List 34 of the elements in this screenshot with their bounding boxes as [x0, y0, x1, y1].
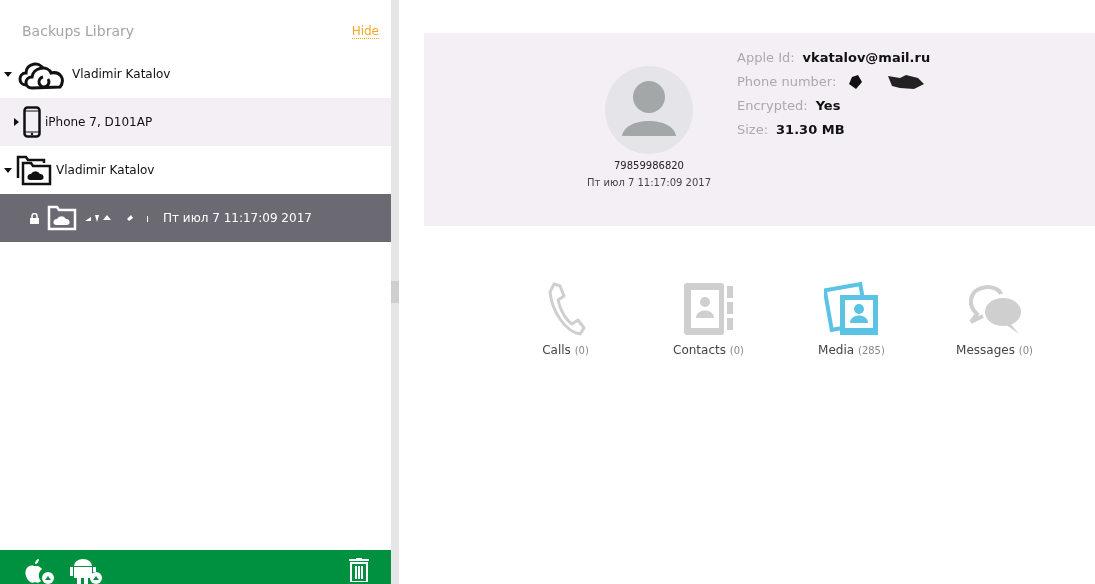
field-value: 31.30 MB — [776, 122, 845, 137]
address-book-icon — [682, 282, 735, 336]
phone-icon — [23, 106, 41, 138]
chat-bubbles-icon — [966, 282, 1023, 336]
folders-cloud-icon — [16, 154, 52, 186]
photos-icon — [823, 281, 880, 337]
backup-date: Пт июл 7 11:17:09 2017 — [586, 177, 712, 188]
collapse-arrow-icon[interactable] — [4, 71, 12, 77]
sidebar-title: Backups Library — [22, 23, 134, 39]
folder-cloud-icon — [47, 205, 77, 231]
tree-item[interactable]: Пт июл 7 11:17:09 2017 — [0, 194, 391, 242]
tree-item[interactable]: iPhone 7, D101AP — [0, 98, 391, 146]
tree-item[interactable]: Vladimir Katalov — [0, 146, 391, 194]
field-label: Encrypted: — [737, 98, 808, 113]
avatar-icon — [605, 66, 693, 154]
splitter-handle[interactable] — [391, 281, 399, 303]
tree-item-label: iPhone 7, D101AP — [45, 115, 153, 129]
tree-item-label: Vladimir Katalov — [56, 163, 155, 177]
tree-item-label: Vladimir Katalov — [72, 67, 171, 81]
category-button[interactable]: Media (285) — [780, 281, 923, 357]
tree-item[interactable]: Vladimir Katalov — [0, 50, 391, 98]
field-label: Apple Id: — [737, 50, 795, 65]
field-label: Size: — [737, 122, 769, 137]
tree-item-label: Пт июл 7 11:17:09 2017 — [163, 211, 312, 225]
category-button[interactable]: Messages (0) — [923, 281, 1066, 357]
field-value: vkatalov@mail.ru — [802, 50, 931, 65]
collapse-arrow-icon[interactable] — [4, 167, 12, 173]
expand-arrow-icon[interactable] — [14, 118, 19, 126]
field-value: Yes — [815, 98, 841, 113]
phone-number: 79859986820 — [614, 160, 684, 171]
delete-button[interactable] — [349, 558, 369, 582]
category-button[interactable]: Contacts (0) — [637, 281, 780, 357]
category-button[interactable]: Calls (0) — [494, 281, 637, 357]
field-label: Phone number: — [737, 74, 837, 89]
